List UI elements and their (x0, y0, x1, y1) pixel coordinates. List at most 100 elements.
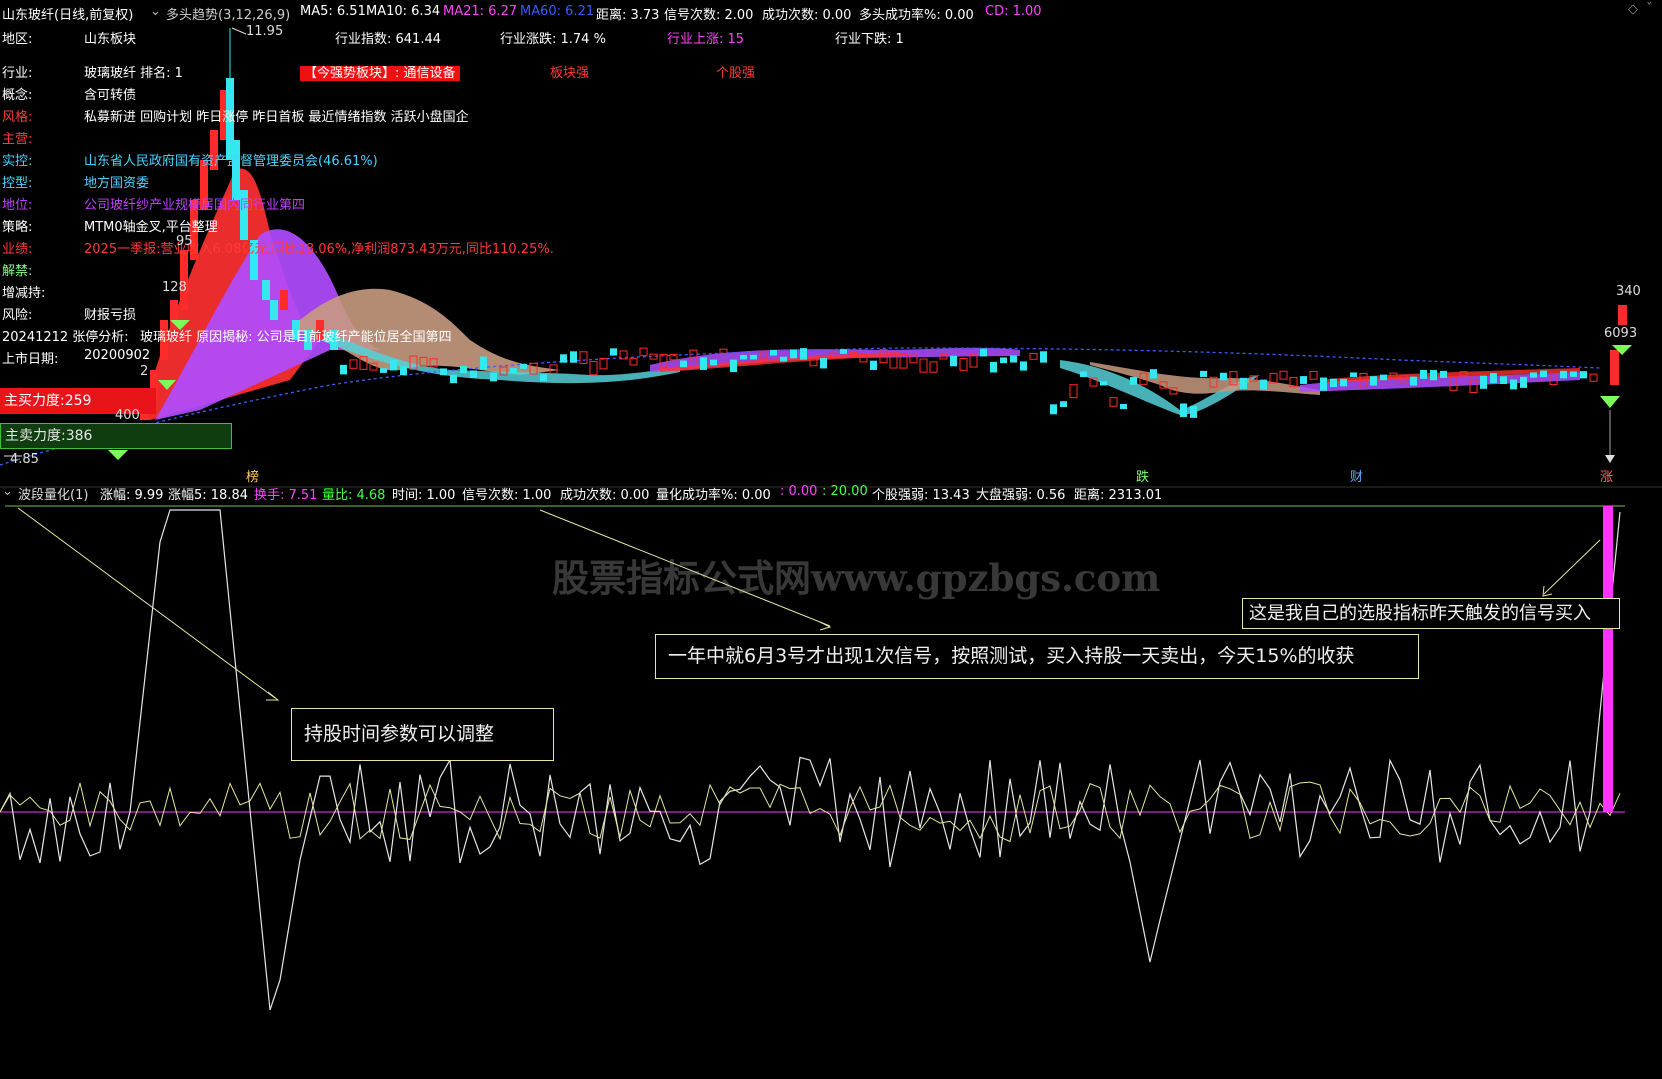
candle (280, 290, 288, 310)
candle (1010, 355, 1017, 363)
candle (1190, 405, 1197, 418)
candle (1530, 372, 1537, 378)
candle (1109, 397, 1118, 407)
strong-sector-tag[interactable]: 【今强势板块】: 通信设备 (300, 62, 460, 81)
marker-bang[interactable]: 榜 (246, 466, 259, 485)
info-value-8: MTM0轴金叉,平台整理 (84, 220, 218, 235)
candle (1410, 376, 1417, 386)
candle (400, 366, 407, 376)
info-value-1: 玻璃玻纤 排名: 1 (84, 66, 183, 81)
candle (1050, 404, 1057, 415)
ma21-value: MA21: 6.27 (443, 4, 518, 19)
window-diamond-icon[interactable]: ◇ (1628, 2, 1638, 17)
stock-title[interactable]: 山东玻纤(日线,前复权) (2, 4, 133, 23)
candle (460, 365, 467, 374)
sub-time: 时间: 1.00 (392, 488, 456, 503)
window-chevron-icon[interactable]: ˇ (1646, 2, 1653, 17)
candle (1430, 370, 1437, 381)
candle (639, 347, 648, 357)
candle (262, 280, 270, 300)
info-label-10: 解禁: (2, 264, 33, 279)
marker-die[interactable]: 跌 (1136, 466, 1149, 485)
label-340: 340 (1616, 284, 1641, 299)
candle (629, 357, 638, 366)
ma5-value: MA5: 6.51 (300, 4, 366, 19)
sub-collapse-icon[interactable]: ⌄ (2, 484, 13, 499)
candle (840, 349, 847, 354)
candle (480, 356, 487, 370)
candle (1350, 372, 1357, 377)
trend-bands (140, 168, 1580, 420)
ma10-value: MA10: 6.34 (366, 4, 441, 19)
info-label-14: 上市日期: (2, 352, 59, 367)
indicator-name[interactable]: 多头趋势(3,12,26,9) (166, 4, 290, 23)
marker-zhang[interactable]: 涨 (1600, 466, 1613, 485)
candle (1200, 370, 1207, 377)
candle (1520, 376, 1527, 388)
price-low: 4.85 (10, 452, 39, 467)
candle (1029, 352, 1038, 360)
sector-strong: 板块强 (550, 66, 590, 81)
sub-zhangfu5: 涨幅5: 18.84 (168, 488, 248, 503)
info-label-7: 地位: (2, 198, 33, 213)
candle (1130, 376, 1137, 385)
candle (579, 351, 588, 364)
info-label-0: 地区: (2, 32, 33, 47)
candle (870, 360, 877, 370)
candle (1580, 371, 1587, 379)
info-label-13: 20241212 张停分析: (2, 330, 129, 345)
industry-change: 行业涨跌: 1.74 % (500, 32, 606, 47)
candle (710, 359, 717, 366)
candle (349, 359, 358, 369)
candle (1618, 305, 1627, 325)
candlestick-series (140, 28, 1627, 420)
candle (510, 368, 517, 374)
candle (1500, 376, 1507, 385)
candle (1330, 378, 1337, 388)
candle (800, 348, 807, 360)
candle (1260, 379, 1267, 390)
candle (1320, 377, 1327, 391)
candle (390, 359, 397, 371)
candle (560, 354, 567, 363)
gem-5 (1600, 396, 1620, 408)
info-label-6: 控型: (2, 176, 33, 191)
ma60-value: MA60: 6.21 (520, 4, 595, 19)
price-high: 11.95 (246, 24, 284, 39)
candle (1420, 370, 1427, 379)
candle (919, 358, 928, 373)
candle (440, 368, 447, 376)
candle (770, 349, 777, 356)
info-label-8: 策略: (2, 220, 33, 235)
marker-cai[interactable]: 财 (1350, 466, 1363, 485)
sub-zhangfu: 涨幅: 9.99 (100, 488, 164, 503)
candle (1120, 404, 1127, 410)
info-value-2: 含可转债 (84, 88, 137, 103)
candle (1060, 401, 1067, 407)
info-label-12: 风险: (2, 308, 33, 323)
candle (990, 361, 997, 373)
main-sell-force-box: 主卖力度:386 (0, 423, 232, 449)
industry-index: 行业指数: 641.44 (335, 32, 441, 47)
info-label-1: 行业: (2, 66, 33, 81)
sub-distance: 距离: 2313.01 (1074, 488, 1163, 503)
candle (1269, 372, 1278, 384)
info-label-4: 主营: (2, 132, 33, 147)
stock-strong: 个股强 (716, 66, 756, 81)
candle (680, 360, 687, 368)
candle (700, 357, 707, 370)
info-label-11: 增减持: (2, 286, 46, 301)
sub-stock-strength: 个股强弱: 13.43 (872, 488, 970, 503)
info-value-6: 地方国资委 (84, 176, 150, 191)
collapse-icon[interactable]: ⌄ (150, 4, 161, 19)
candle (980, 348, 987, 357)
arrowhead-one-signal (819, 621, 832, 631)
sub-signal-count: 信号次数: 1.00 (462, 488, 552, 503)
label-95: 95 (176, 234, 193, 249)
candle (589, 361, 598, 376)
signal-bar-magenta (1603, 506, 1613, 812)
candle (780, 356, 787, 362)
sub-indicator-name[interactable]: 波段量化(1) (18, 484, 88, 503)
candle (1309, 370, 1318, 380)
info-value-7: 公司玻纤纱产业规模居国内同行业第四 (84, 198, 306, 213)
